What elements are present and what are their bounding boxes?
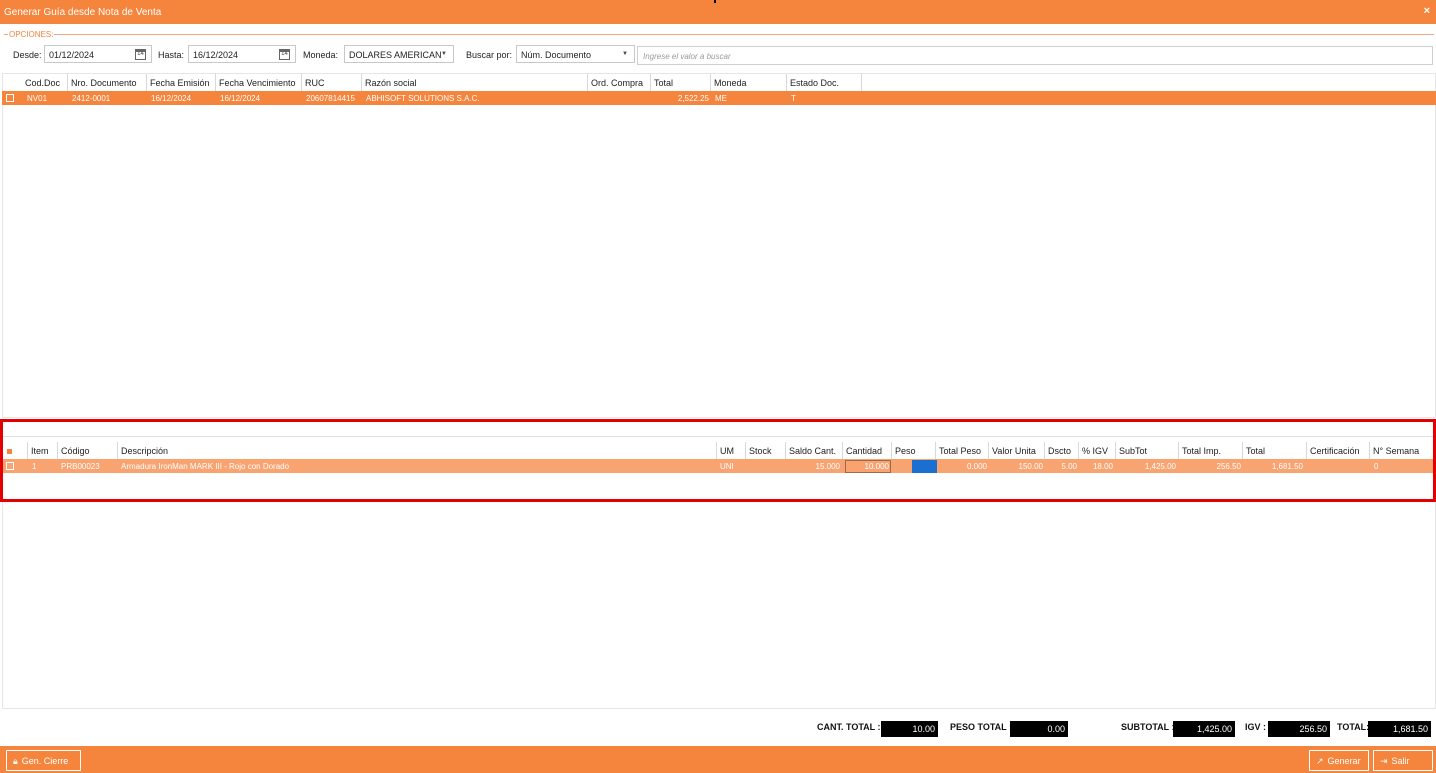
- col-header-fecha-emision[interactable]: Fecha Emisión: [147, 74, 216, 91]
- moneda-label: Moneda:: [303, 50, 339, 60]
- igv-label: IGV :: [1245, 722, 1267, 732]
- cell-fecha-emision: 16/12/2024: [151, 94, 192, 103]
- buscar-por-label: Buscar por:: [466, 50, 513, 60]
- moneda-selected-value: DOLARES AMERICAN: [349, 50, 442, 60]
- documents-grid: [2, 73, 1436, 418]
- col-header-moneda[interactable]: Moneda: [711, 74, 787, 91]
- export-icon: ↗: [1316, 756, 1324, 766]
- col-header-ruc[interactable]: RUC: [302, 74, 362, 91]
- calendar-icon[interactable]: 14: [135, 49, 146, 60]
- window-titlebar: Generar Guía desde Nota de Venta ×: [0, 0, 1436, 24]
- options-legend: OPCIONES:: [8, 30, 55, 39]
- generar-button[interactable]: ↗ Generar: [1309, 750, 1369, 771]
- hasta-date-value: 16/12/2024: [193, 50, 239, 60]
- col-header-cod-doc[interactable]: Cod.Doc: [22, 74, 68, 91]
- row-checkbox[interactable]: [6, 94, 14, 102]
- chevron-down-icon[interactable]: ▼: [441, 51, 447, 57]
- cell-razon-social: ABHISOFT SOLUTIONS S.A.C.: [366, 94, 480, 103]
- window-title: Generar Guía desde Nota de Venta: [4, 7, 162, 18]
- desde-date-value: 01/12/2024: [49, 50, 95, 60]
- col-header-fecha-vencimiento[interactable]: Fecha Vencimiento: [216, 74, 302, 91]
- igv-value: 256.50: [1268, 721, 1330, 737]
- salir-label: Salir: [1391, 756, 1410, 766]
- cell-nro-documento: 2412-0001: [72, 94, 111, 103]
- calendar-icon[interactable]: 14: [279, 49, 290, 60]
- total-value: 1,681.50: [1368, 721, 1431, 737]
- search-placeholder: Ingrese el valor a buscar: [643, 52, 731, 61]
- exit-icon: ⇥: [1380, 756, 1388, 766]
- cell-ruc: 20607814415: [306, 94, 355, 103]
- salir-button[interactable]: ⇥ Salir: [1373, 750, 1433, 771]
- cell-estado-doc: T: [791, 94, 796, 103]
- peso-total-label: PESO TOTAL :: [950, 722, 1013, 732]
- col-header-total[interactable]: Total: [651, 74, 711, 91]
- desde-label: Desde:: [13, 50, 42, 60]
- search-input[interactable]: Ingrese el valor a buscar: [637, 46, 1433, 65]
- peso-total-value: 0.00: [1010, 721, 1068, 737]
- col-header-estado-doc[interactable]: Estado Doc.: [787, 74, 862, 91]
- close-icon[interactable]: ×: [1424, 5, 1430, 17]
- total-label: TOTAL:: [1337, 722, 1370, 732]
- cell-fecha-vencimiento: 16/12/2024: [220, 94, 261, 103]
- hasta-label: Hasta:: [158, 50, 185, 60]
- footer-bar: 🔒︎ Gen. Cierre ↗ Generar ⇥ Salir: [0, 746, 1436, 773]
- chevron-down-icon[interactable]: ▼: [622, 51, 628, 57]
- cant-total-value: 10.00: [881, 721, 938, 737]
- buscar-por-selected-value: Núm. Documento: [521, 50, 592, 60]
- subtotal-label: SUBTOTAL :: [1121, 722, 1175, 732]
- table-row[interactable]: NV01 2412-0001 16/12/2024 16/12/2024 206…: [2, 91, 1436, 105]
- cell-total: 2,522.25: [677, 94, 709, 103]
- cell-moneda: ME: [715, 94, 727, 103]
- subtotal-value: 1,425.00: [1173, 721, 1235, 737]
- buscar-por-select[interactable]: Núm. Documento: [516, 45, 635, 63]
- col-header-nro-documento[interactable]: Nro. Documento: [68, 74, 147, 91]
- col-header-razon-social[interactable]: Razón social: [362, 74, 588, 91]
- cell-cod-doc: NV01: [27, 94, 48, 103]
- cant-total-label: CANT. TOTAL :: [817, 722, 881, 732]
- gen-cierre-button[interactable]: 🔒︎ Gen. Cierre: [6, 750, 81, 771]
- gen-cierre-label: Gen. Cierre: [21, 756, 69, 766]
- col-header-ord-compra[interactable]: Ord. Compra: [588, 74, 651, 91]
- lock-icon: 🔒︎: [13, 756, 18, 766]
- items-grid-area: [2, 502, 1436, 709]
- generar-label: Generar: [1327, 756, 1361, 766]
- items-grid-highlight: [0, 419, 1436, 502]
- moneda-select[interactable]: DOLARES AMERICAN: [344, 45, 454, 63]
- cursor-marker: [714, 0, 716, 3]
